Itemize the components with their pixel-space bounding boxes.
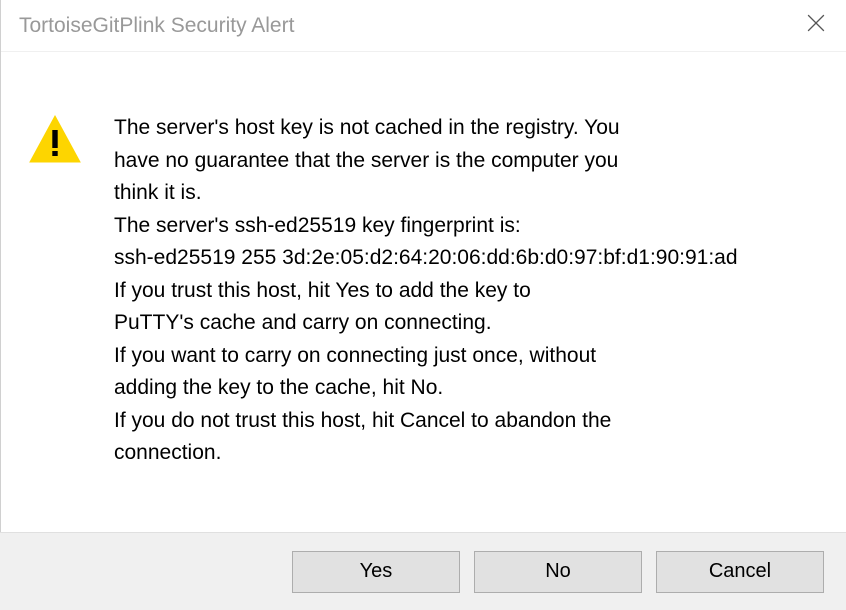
- title-bar: TortoiseGitPlink Security Alert: [1, 0, 846, 52]
- message-line: The server's host key is not cached in t…: [114, 112, 806, 145]
- message-line: connection.: [114, 437, 806, 470]
- close-button[interactable]: [806, 16, 826, 36]
- dialog-title: TortoiseGitPlink Security Alert: [19, 14, 294, 38]
- button-bar: Yes No Cancel: [0, 532, 846, 610]
- message-line: ssh-ed25519 255 3d:2e:05:d2:64:20:06:dd:…: [114, 242, 806, 275]
- message-line: If you do not trust this host, hit Cance…: [114, 405, 806, 438]
- message-line: The server's ssh-ed25519 key fingerprint…: [114, 210, 806, 243]
- message-line: PuTTY's cache and carry on connecting.: [114, 307, 806, 340]
- message-line: think it is.: [114, 177, 806, 210]
- cancel-button[interactable]: Cancel: [656, 551, 824, 593]
- message-line: have no guarantee that the server is the…: [114, 145, 806, 178]
- message-line: adding the key to the cache, hit No.: [114, 372, 806, 405]
- dialog-content: The server's host key is not cached in t…: [1, 52, 846, 470]
- yes-button[interactable]: Yes: [292, 551, 460, 593]
- message-line: If you trust this host, hit Yes to add t…: [114, 275, 806, 308]
- no-button[interactable]: No: [474, 551, 642, 593]
- message-line: If you want to carry on connecting just …: [114, 340, 806, 373]
- close-icon: [807, 14, 825, 37]
- dialog-message: The server's host key is not cached in t…: [114, 112, 806, 470]
- warning-icon: [26, 112, 84, 164]
